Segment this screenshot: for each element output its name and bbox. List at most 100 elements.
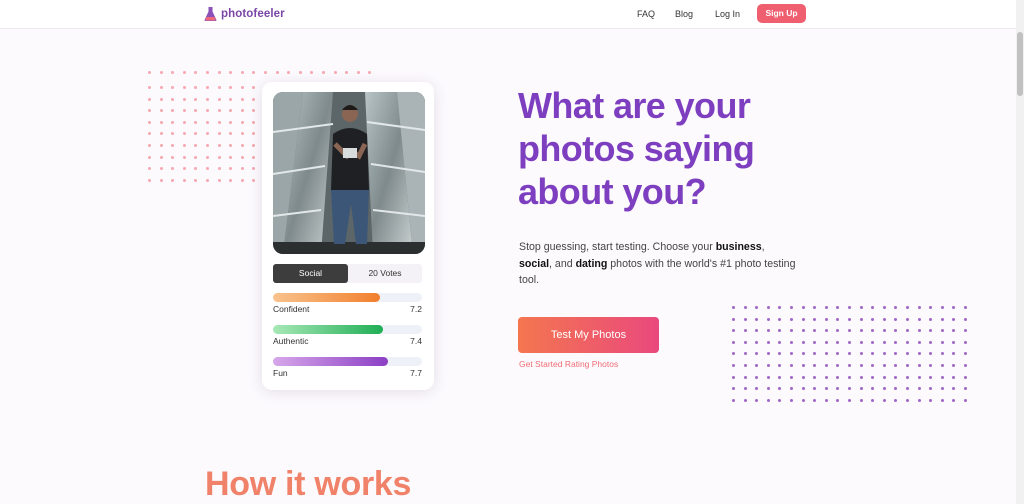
- decorative-dot: [871, 317, 875, 321]
- tab-social[interactable]: Social: [273, 264, 348, 283]
- decorative-dot: [229, 109, 233, 113]
- logo-text: photofeeler: [221, 8, 285, 20]
- decorative-dot: [813, 306, 817, 309]
- decorative-dot: [964, 398, 967, 402]
- signup-button[interactable]: Sign Up: [757, 4, 806, 23]
- decorative-dot: [859, 387, 863, 391]
- decorative-dot: [917, 329, 921, 333]
- decorative-dot: [952, 317, 956, 321]
- decorative-dot: [217, 178, 221, 182]
- logo[interactable]: photofeeler: [204, 6, 285, 22]
- metric-fun: Fun 7.7: [273, 357, 422, 378]
- decorative-dot: [871, 306, 875, 309]
- decorative-dot: [252, 71, 256, 74]
- decorative-dot: [171, 155, 175, 159]
- decorative-dot: [732, 306, 735, 309]
- decorative-dot: [252, 144, 256, 147]
- metric-confident: Confident 7.2: [273, 293, 422, 314]
- decorative-dot: [894, 375, 898, 379]
- scrollbar-thumb[interactable]: [1017, 32, 1023, 96]
- decorative-dot: [159, 155, 163, 159]
- decorative-dot: [171, 167, 175, 171]
- test-my-photos-button[interactable]: Test My Photos: [518, 317, 659, 353]
- score-bar-track: [273, 325, 422, 334]
- decorative-dot: [917, 317, 921, 321]
- decorative-dot: [159, 120, 163, 124]
- decorative-dot: [824, 306, 828, 309]
- decorative-dot: [824, 317, 828, 321]
- decorative-dot: [917, 364, 921, 367]
- decorative-dot: [217, 86, 221, 89]
- decorative-dot: [206, 178, 209, 182]
- decorative-dot: [917, 375, 921, 379]
- decorative-dot: [755, 364, 759, 367]
- decorative-dot: [766, 352, 770, 356]
- decorative-dot: [801, 340, 805, 344]
- decorative-dot: [871, 398, 875, 402]
- score-bar-fill: [273, 293, 381, 302]
- decorative-dot: [755, 340, 759, 344]
- rating-card: Social 20 Votes Confident 7.2 Authentic …: [262, 82, 434, 390]
- scrollbar[interactable]: [1016, 0, 1024, 504]
- metric-authentic: Authentic 7.4: [273, 325, 422, 346]
- decorative-dot: [240, 132, 244, 136]
- decorative-dot: [182, 178, 186, 182]
- nav-link-login[interactable]: Log In: [715, 9, 740, 19]
- decorative-dot: [836, 340, 840, 344]
- decorative-dot: [882, 352, 886, 356]
- decorative-dot: [801, 375, 805, 379]
- decorative-dot: [755, 306, 759, 309]
- decorative-dot: [217, 120, 221, 124]
- decorative-dot: [778, 329, 782, 333]
- decorative-dot: [182, 97, 186, 101]
- how-it-works-heading: How it works: [205, 465, 412, 503]
- decorative-dot: [755, 387, 759, 391]
- get-started-rating-link[interactable]: Get Started Rating Photos: [519, 359, 618, 369]
- decorative-dot: [836, 329, 840, 333]
- nav-link-faq[interactable]: FAQ: [637, 9, 655, 19]
- decorative-dot: [894, 306, 898, 309]
- decorative-dot: [964, 329, 967, 333]
- decorative-dot: [148, 155, 151, 159]
- tab-votes[interactable]: 20 Votes: [348, 264, 422, 283]
- decorative-dot: [252, 178, 256, 182]
- decorative-dot: [964, 364, 967, 367]
- decorative-dot: [778, 352, 782, 356]
- decorative-dot: [148, 144, 151, 147]
- decorative-dot: [217, 144, 221, 147]
- score-bar-track: [273, 293, 422, 302]
- decorative-dot: [778, 387, 782, 391]
- decorative-dot: [906, 329, 909, 333]
- decorative-dot: [964, 317, 967, 321]
- decorative-dot: [159, 132, 163, 136]
- decorative-dot: [778, 364, 782, 367]
- decorative-dot: [732, 352, 735, 356]
- decorative-dot: [906, 306, 909, 309]
- decorative-dot: [159, 178, 163, 182]
- decorative-dot: [743, 329, 747, 333]
- decorative-dot: [206, 71, 209, 74]
- decorative-dot: [929, 317, 933, 321]
- decorative-dot: [368, 71, 372, 74]
- decorative-dot: [917, 387, 921, 391]
- decorative-dot: [824, 352, 828, 356]
- decorative-dot: [952, 306, 956, 309]
- decorative-dot: [848, 387, 851, 391]
- decorative-dot: [952, 387, 956, 391]
- metric-score: 7.2: [410, 304, 422, 314]
- decorative-dot: [906, 340, 909, 344]
- decorative-dot: [836, 375, 840, 379]
- sample-photo: [273, 92, 425, 254]
- decorative-dot: [790, 387, 793, 391]
- nav-link-blog[interactable]: Blog: [675, 9, 693, 19]
- decorative-dot: [182, 120, 186, 124]
- decorative-dot: [801, 387, 805, 391]
- decorative-dot: [217, 132, 221, 136]
- decorative-dot: [194, 86, 198, 89]
- decorative-dot: [229, 132, 233, 136]
- decorative-dot: [171, 71, 175, 74]
- decorative-dot: [264, 71, 267, 74]
- decorative-dot: [801, 364, 805, 367]
- decorative-dot: [906, 352, 909, 356]
- decorative-dot: [171, 109, 175, 113]
